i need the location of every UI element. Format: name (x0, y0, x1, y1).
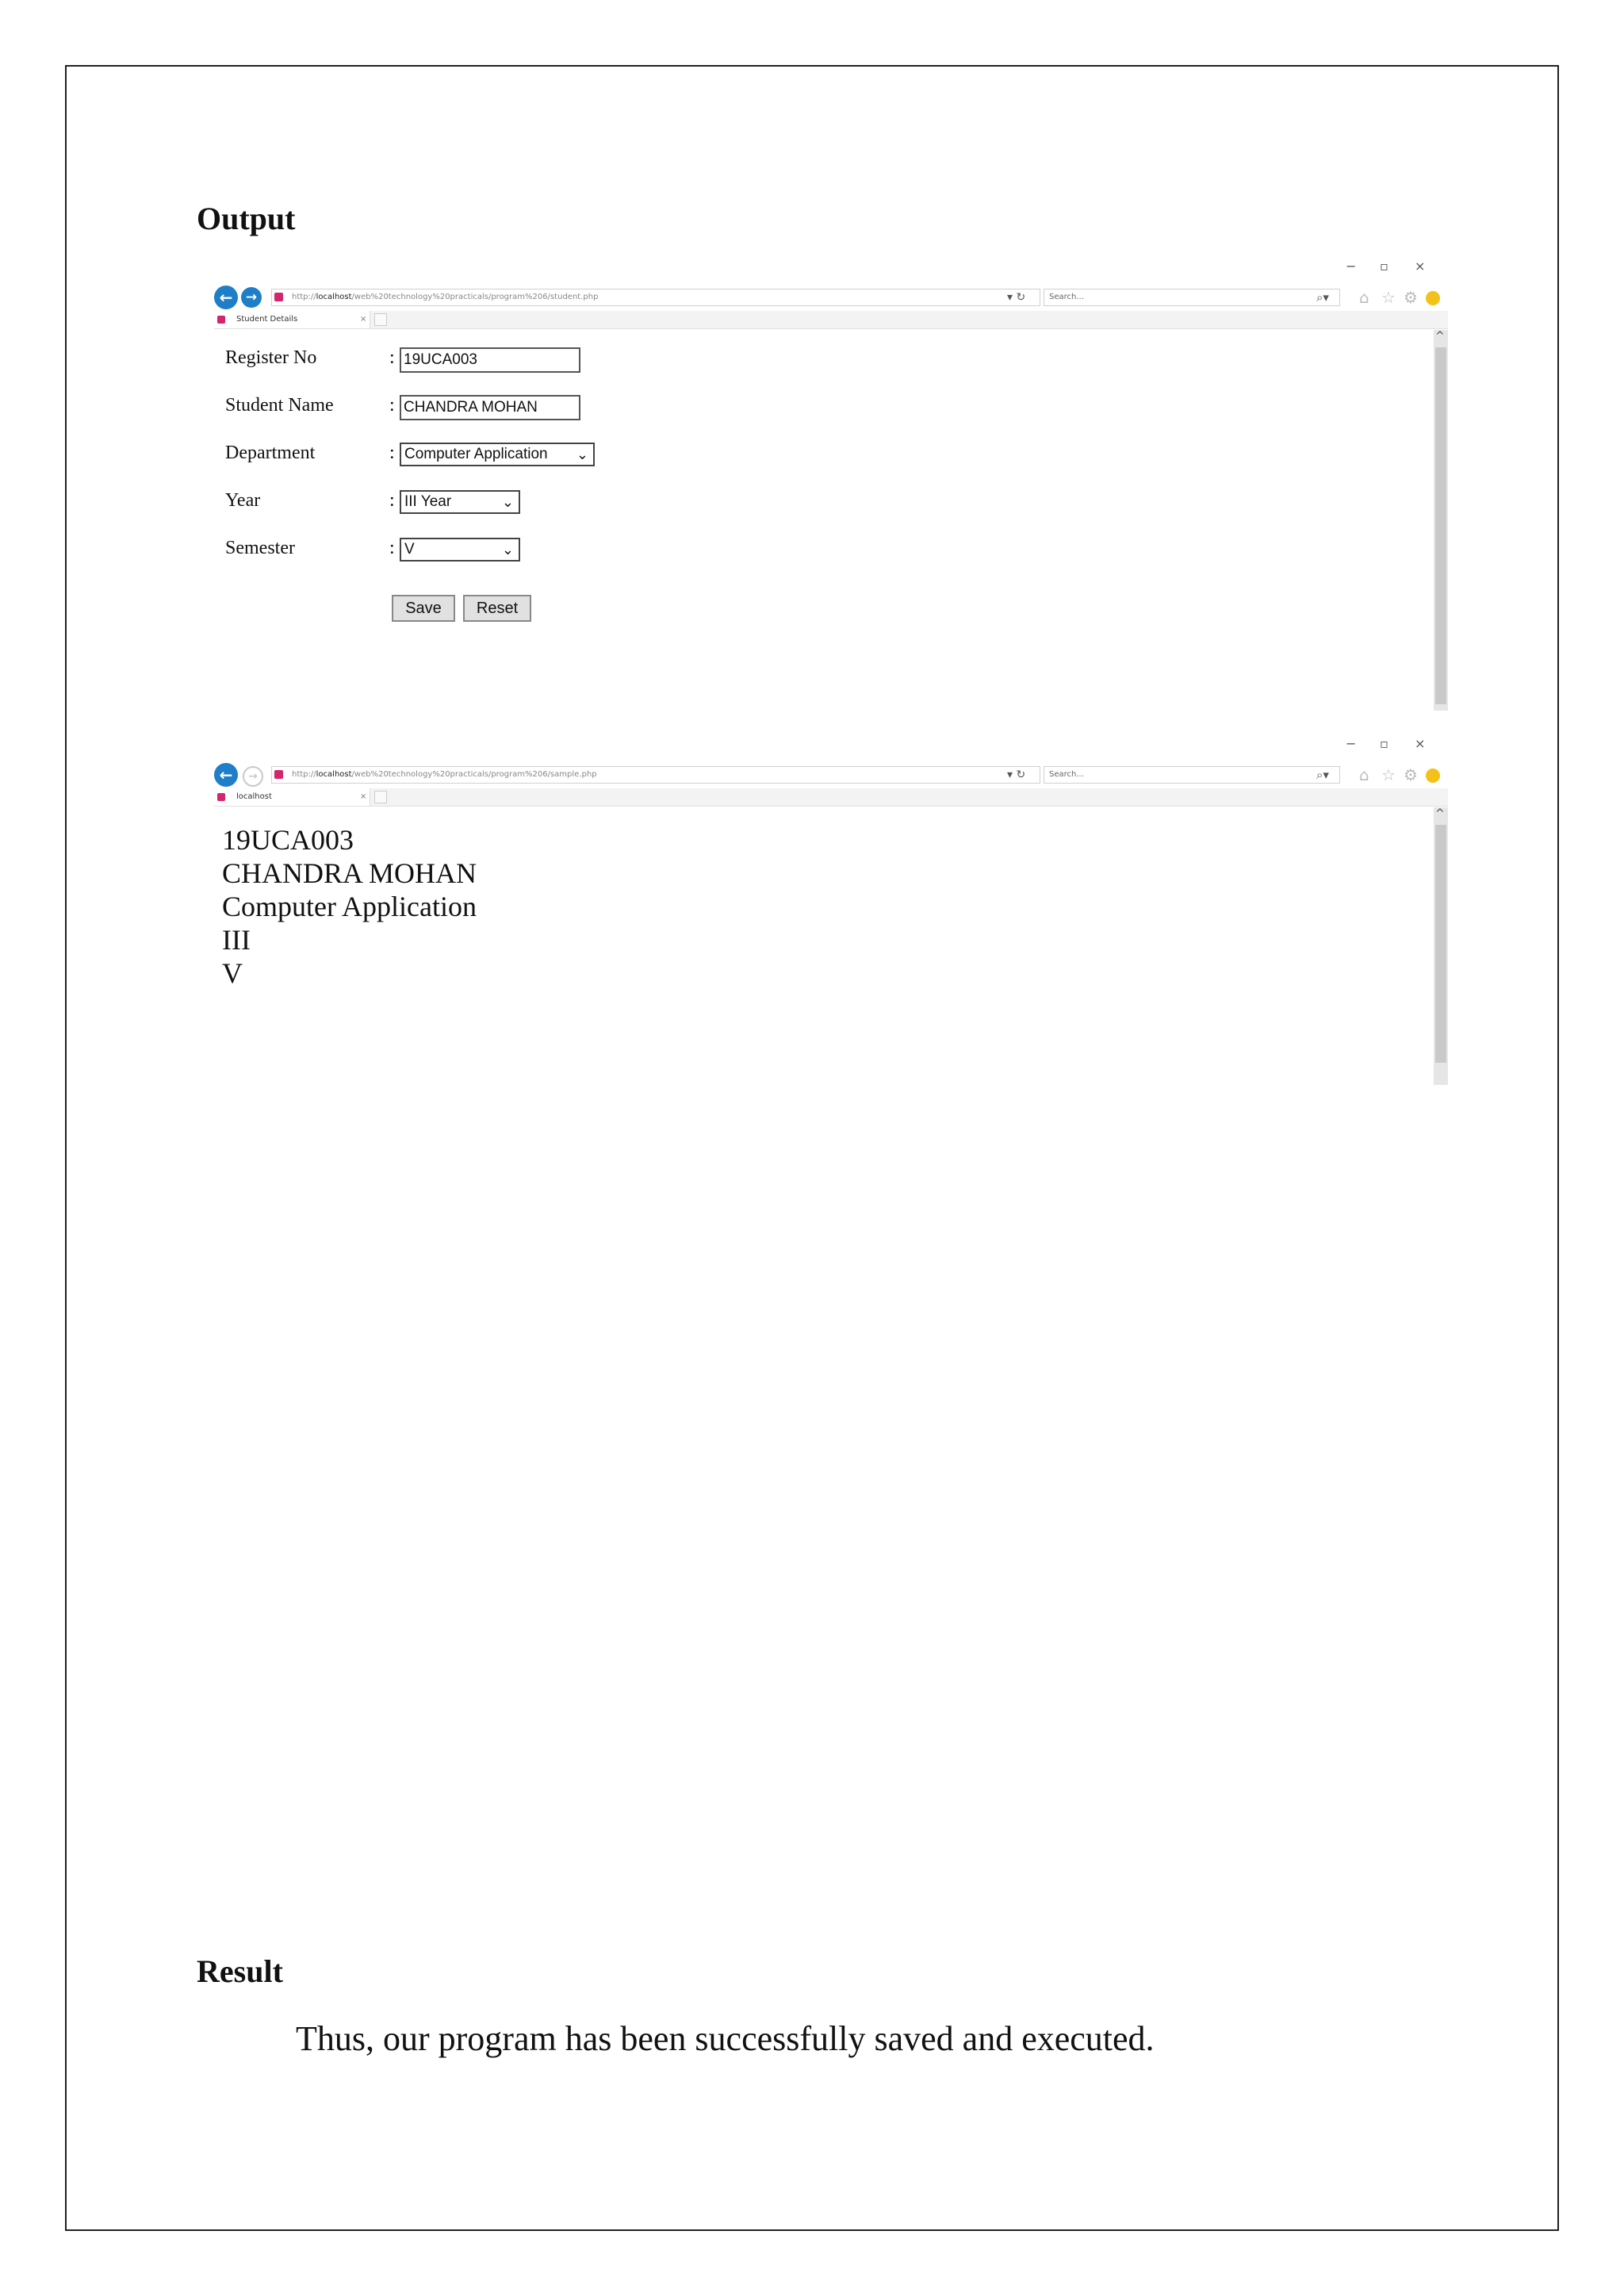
star-icon[interactable]: ☆ (1381, 289, 1396, 306)
smiley-icon[interactable] (1426, 291, 1440, 305)
forward-arrow-icon: → (243, 766, 263, 787)
save-button[interactable]: Save (392, 595, 455, 622)
output-year: III (222, 924, 251, 956)
year-label: Year (225, 490, 261, 511)
new-tab-button[interactable] (374, 313, 387, 326)
tab-close-icon[interactable]: × (360, 788, 366, 806)
department-value: Computer Application (404, 446, 548, 462)
department-label: Department (225, 443, 316, 463)
close-icon[interactable]: × (1415, 259, 1425, 274)
semester-select[interactable]: V ⌄ (400, 538, 520, 562)
page-content: 19UCA003 CHANDRA MOHAN Computer Applicat… (214, 807, 1429, 1085)
scrollbar[interactable]: ^ (1434, 330, 1448, 711)
result-heading: Result (197, 1953, 283, 1989)
tab-label: Student Details (236, 315, 298, 324)
semester-label: Semester (225, 538, 295, 558)
tab-favicon-icon (217, 793, 225, 801)
page-favicon-icon (274, 293, 283, 301)
address-text: http://localhost/web%20technology%20prac… (292, 293, 599, 301)
scroll-thumb[interactable] (1435, 347, 1446, 704)
home-icon[interactable]: ⌂ (1359, 289, 1369, 306)
output-register-no: 19UCA003 (222, 824, 354, 856)
browser-toolbar: − ▫ × ← → http://localhost/web%20technol… (214, 736, 1448, 792)
chevron-down-icon: ⌄ (501, 542, 514, 558)
browser-toolbar: − ▫ × ← → http://localhost/web%20technol… (214, 259, 1448, 314)
browser-window-output: − ▫ × ← → http://localhost/web%20technol… (214, 736, 1448, 1085)
browser-window-student-form: − ▫ × ← → http://localhost/web%20technol… (214, 259, 1448, 711)
restore-icon[interactable]: ▫ (1380, 736, 1388, 751)
back-arrow-icon[interactable]: ← (214, 286, 238, 309)
student-name-label: Student Name (225, 395, 334, 416)
address-text: http://localhost/web%20technology%20prac… (292, 770, 597, 779)
close-icon[interactable]: × (1415, 736, 1425, 751)
smiley-icon[interactable] (1426, 769, 1440, 783)
year-select[interactable]: III Year ⌄ (400, 490, 520, 514)
gear-icon[interactable]: ⚙ (1404, 289, 1418, 306)
refresh-icon[interactable]: ▾ ↻ (1007, 289, 1025, 306)
output-department: Computer Application (222, 891, 477, 922)
student-name-input[interactable]: CHANDRA MOHAN (400, 395, 580, 420)
colon: : (389, 395, 395, 416)
restore-icon[interactable]: ▫ (1380, 259, 1388, 274)
back-arrow-icon[interactable]: ← (214, 763, 238, 787)
minimize-icon[interactable]: − (1346, 259, 1356, 274)
chevron-down-icon: ⌄ (501, 494, 514, 510)
refresh-icon[interactable]: ▾ ↻ (1007, 766, 1025, 784)
result-text: Thus, our program has been successfully … (296, 2019, 1155, 2058)
tab-localhost[interactable]: localhost × (214, 788, 370, 806)
scroll-thumb[interactable] (1435, 825, 1446, 1063)
output-semester: V (222, 957, 243, 989)
scroll-up-icon[interactable]: ^ (1435, 807, 1445, 820)
minimize-icon[interactable]: − (1346, 736, 1356, 751)
colon: : (389, 347, 395, 368)
gear-icon[interactable]: ⚙ (1404, 766, 1418, 784)
new-tab-button[interactable] (374, 791, 387, 803)
reset-button[interactable]: Reset (463, 595, 531, 622)
tab-student-details[interactable]: Student Details × (214, 311, 370, 328)
tab-bar: Student Details × (214, 311, 1448, 329)
search-input[interactable]: Search... (1044, 289, 1340, 306)
search-input[interactable]: Search... (1044, 766, 1340, 784)
page-favicon-icon (274, 770, 283, 779)
tab-favicon-icon (217, 316, 225, 324)
semester-value: V (404, 541, 415, 558)
tab-label: localhost (236, 792, 272, 801)
colon: : (389, 538, 395, 558)
tab-bar: localhost × (214, 788, 1448, 807)
tab-close-icon[interactable]: × (360, 311, 366, 328)
star-icon[interactable]: ☆ (1381, 766, 1396, 784)
colon: : (389, 443, 395, 463)
year-value: III Year (404, 493, 452, 510)
home-icon[interactable]: ⌂ (1359, 766, 1369, 784)
scrollbar[interactable]: ^ (1434, 807, 1448, 1085)
page-content: Register No : 19UCA003 Student Name : CH… (214, 330, 1429, 711)
colon: : (389, 490, 395, 511)
scroll-up-icon[interactable]: ^ (1435, 330, 1445, 343)
department-select[interactable]: Computer Application ⌄ (400, 443, 595, 466)
search-icon[interactable]: ⌕▾ (1316, 289, 1329, 306)
search-icon[interactable]: ⌕▾ (1316, 766, 1329, 784)
chevron-down-icon: ⌄ (576, 447, 588, 462)
forward-arrow-icon[interactable]: → (241, 287, 262, 308)
output-student-name: CHANDRA MOHAN (222, 857, 477, 889)
register-no-label: Register No (225, 347, 317, 368)
output-heading: Output (197, 201, 296, 236)
register-no-input[interactable]: 19UCA003 (400, 347, 580, 373)
